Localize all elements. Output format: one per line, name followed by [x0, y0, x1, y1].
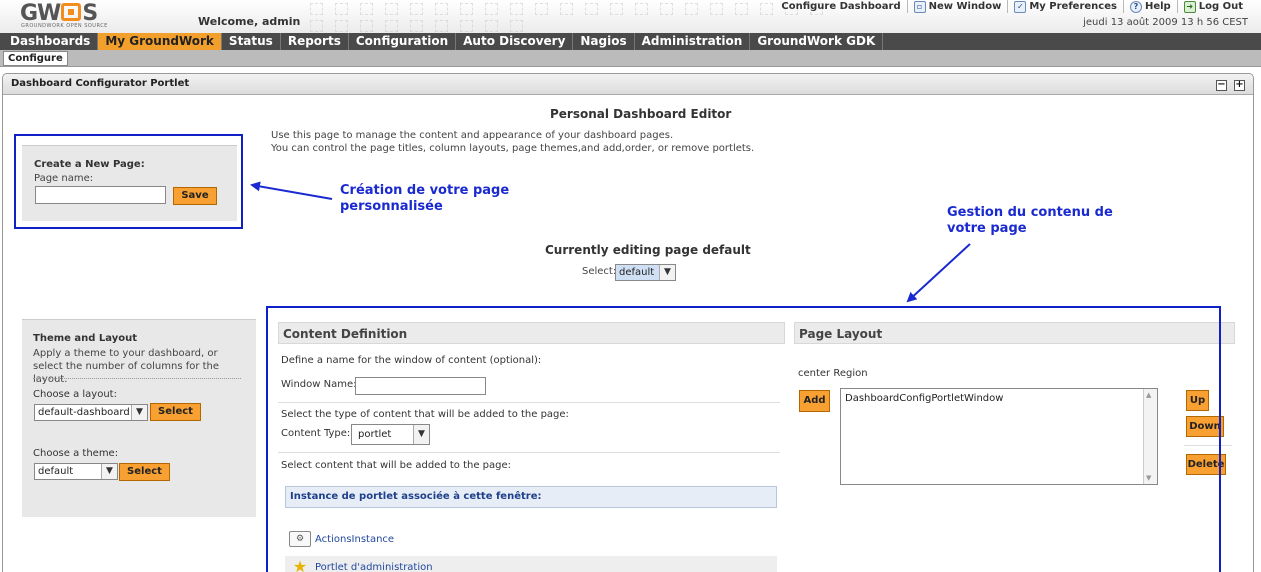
chevron-down-icon: ▼ [101, 464, 117, 479]
arrow-to-content-panel [906, 243, 971, 303]
chevron-down-icon: ▼ [659, 265, 675, 280]
editing-title: Currently editing page default [545, 243, 751, 257]
arrow-to-create-panel [250, 181, 333, 200]
layout-select-button[interactable]: Select [150, 403, 201, 421]
chevron-down-icon: ▼ [131, 405, 147, 420]
theme-select[interactable]: default ▼ [34, 463, 118, 480]
theme-layout-description: Apply a theme to your dashboard, or sele… [33, 348, 220, 385]
divider [33, 378, 241, 379]
page-select[interactable]: default ▼ [615, 264, 676, 281]
layout-select[interactable]: default-dashboard ▼ [34, 404, 148, 421]
annotation-frame-content [266, 306, 1221, 572]
theme-layout-title: Theme and Layout [33, 333, 138, 344]
theme-label: Choose a theme: [33, 448, 119, 459]
page-select-label: Select: [582, 266, 617, 277]
layout-label: Choose a layout: [33, 389, 117, 400]
theme-select-button[interactable]: Select [119, 463, 170, 481]
theme-layout-panel: Theme and Layout Apply a theme to your d… [22, 319, 256, 517]
